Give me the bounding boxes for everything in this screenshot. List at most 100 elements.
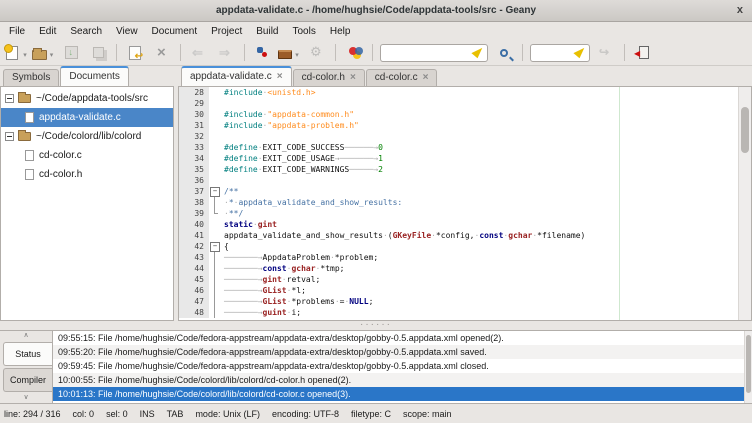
tree-file-cd-color-h[interactable]: cd-color.h <box>1 165 173 184</box>
menu-bar: FileEditSearchViewDocumentProjectBuildTo… <box>0 22 752 40</box>
code-line[interactable]: 43───────→AppdataProblem·*problem; <box>179 252 751 263</box>
editor-tab-cd-color-c[interactable]: cd-color.c <box>366 69 438 86</box>
color-chooser-button[interactable] <box>341 42 367 64</box>
menu-build[interactable]: Build <box>249 24 285 39</box>
code-line[interactable]: 48───────→guint·i; <box>179 307 751 318</box>
menu-project[interactable]: Project <box>204 24 249 39</box>
editor-tab-cd-color-h[interactable]: cd-color.h <box>293 69 365 86</box>
dropdown-arrow-icon[interactable] <box>20 44 30 62</box>
tabs-scroll-down-icon[interactable]: ∨ <box>0 393 52 403</box>
log-row-1[interactable]: 09:55:15: File /home/hughsie/Code/fedora… <box>53 331 752 345</box>
dropdown-arrow-icon[interactable] <box>47 44 57 62</box>
title-bar[interactable]: appdata-validate.c - /home/hughsie/Code/… <box>0 0 752 22</box>
close-tab-icon[interactable] <box>277 71 283 82</box>
log-row-4[interactable]: 10:00:55: File /home/hughsie/Code/colord… <box>53 373 752 387</box>
code-line[interactable]: 40static·gint <box>179 219 751 230</box>
menu-help[interactable]: Help <box>323 24 358 39</box>
code-line[interactable]: 42{ <box>179 241 751 252</box>
fold-box-icon[interactable] <box>209 241 221 252</box>
code-line[interactable]: 41appdata_validate_and_show_results·(GKe… <box>179 230 751 241</box>
revert-button[interactable] <box>122 42 148 64</box>
log-row-3[interactable]: 09:59:45: File /home/hughsie/Code/fedora… <box>53 359 752 373</box>
code-line[interactable]: 36 <box>179 175 751 186</box>
code-line[interactable]: 35#define·EXIT_CODE_WARNINGS─────→2 <box>179 164 751 175</box>
menu-edit[interactable]: Edit <box>32 24 63 39</box>
tree-folder-appdata-tools-src-label: ~/Code/appdata-tools/src <box>36 93 148 104</box>
menu-search[interactable]: Search <box>63 24 109 39</box>
code-line[interactable]: 46───────→GList·*l; <box>179 285 751 296</box>
file-icon <box>25 169 34 180</box>
goto-entry-input[interactable] <box>531 46 576 60</box>
code-line[interactable]: 38·*·appdata_validate_and_show_results: <box>179 197 751 208</box>
menu-view[interactable]: View <box>109 24 145 39</box>
search-button[interactable] <box>491 42 517 64</box>
message-tab-compiler[interactable]: Compiler <box>3 368 52 392</box>
message-scrollbar-thumb[interactable] <box>746 335 751 393</box>
goto-entry[interactable] <box>530 44 590 62</box>
navigate-back-button[interactable] <box>186 42 212 64</box>
new-document-button[interactable] <box>4 42 30 64</box>
close-document-button[interactable] <box>149 42 175 64</box>
tree-file-cd-color-c[interactable]: cd-color.c <box>1 146 173 165</box>
fold-box-icon[interactable] <box>209 186 221 197</box>
tree-folder-appdata-tools-src[interactable]: ~/Code/appdata-tools/src <box>1 89 173 108</box>
line-number: 47 <box>179 296 209 307</box>
message-window-splitter[interactable] <box>0 321 752 330</box>
execute-button[interactable] <box>304 42 330 64</box>
editor-text-area[interactable]: 28#include·<unistd.h>2930#include·"appda… <box>178 86 752 321</box>
window-close-icon[interactable]: x <box>737 0 743 21</box>
search-entry[interactable] <box>380 44 488 62</box>
close-tab-icon[interactable] <box>350 72 356 83</box>
code-line[interactable]: 32 <box>179 131 751 142</box>
line-number: 48 <box>179 307 209 318</box>
open-file-button[interactable] <box>31 42 57 64</box>
code-line[interactable]: 30#include·"appdata-common.h" <box>179 109 751 120</box>
sidebar-tab-symbols[interactable]: Symbols <box>3 69 59 86</box>
code-line[interactable]: 44───────→const·gchar·*tmp; <box>179 263 751 274</box>
fold-corner-icon <box>209 208 221 219</box>
fold-margin <box>209 153 221 164</box>
status-message-list[interactable]: 09:55:15: File /home/hughsie/Code/fedora… <box>53 331 752 403</box>
tree-file-cd-color-c-label: cd-color.c <box>39 150 82 161</box>
menu-document[interactable]: Document <box>145 24 205 39</box>
editor-tab-cd-color-c-label: cd-color.c <box>375 72 418 83</box>
code-line[interactable]: 39·**/ <box>179 208 751 219</box>
log-row-2[interactable]: 09:55:20: File /home/hughsie/Code/fedora… <box>53 345 752 359</box>
message-tab-status[interactable]: Status <box>3 342 52 366</box>
code-line[interactable]: 47───────→GList·*problems·=·NULL; <box>179 296 751 307</box>
code-line[interactable]: 29 <box>179 98 751 109</box>
close-tab-icon[interactable] <box>423 72 429 83</box>
dropdown-arrow-icon[interactable] <box>292 44 302 62</box>
build-button[interactable] <box>277 42 303 64</box>
code-line[interactable]: 33#define·EXIT_CODE_SUCCESS──────→0 <box>179 142 751 153</box>
save-all-icon <box>93 47 104 58</box>
menu-file[interactable]: File <box>2 24 32 39</box>
collapse-expander-icon[interactable] <box>5 94 14 103</box>
window-title: appdata-validate.c - /home/hughsie/Code/… <box>216 5 536 16</box>
tree-folder-colord-lib-colord-label: ~/Code/colord/lib/colord <box>36 131 141 142</box>
tabs-scroll-up-icon[interactable]: ∧ <box>0 331 52 341</box>
menu-tools[interactable]: Tools <box>286 24 323 39</box>
sidebar-tab-documents[interactable]: Documents <box>60 66 129 86</box>
navigate-forward-button[interactable] <box>213 42 239 64</box>
message-scrollbar[interactable] <box>744 331 752 403</box>
save-all-button[interactable] <box>85 42 111 64</box>
log-row-5[interactable]: 10:01:13: File /home/hughsie/Code/colord… <box>53 387 752 401</box>
documents-tree[interactable]: ~/Code/appdata-tools/src appdata-validate… <box>0 86 174 321</box>
quit-button[interactable] <box>630 42 656 64</box>
tree-file-appdata-validate-c[interactable]: appdata-validate.c <box>1 108 173 127</box>
code-line[interactable]: 34#define·EXIT_CODE_USAGE→───────→1 <box>179 153 751 164</box>
compile-button[interactable] <box>250 42 276 64</box>
line-number: 42 <box>179 241 209 252</box>
fold-line-icon <box>209 263 221 274</box>
code-line[interactable]: 45───────→gint·retval; <box>179 274 751 285</box>
goto-line-button[interactable] <box>593 42 619 64</box>
code-line[interactable]: 28#include·<unistd.h> <box>179 87 751 98</box>
collapse-expander-icon[interactable] <box>5 132 14 141</box>
editor-tab-appdata-validate-c[interactable]: appdata-validate.c <box>181 66 292 86</box>
search-entry-input[interactable] <box>381 46 474 60</box>
code-line[interactable]: 31#include·"appdata-problem.h" <box>179 120 751 131</box>
save-button[interactable] <box>58 42 84 64</box>
code-line[interactable]: 37/** <box>179 186 751 197</box>
tree-folder-colord-lib-colord[interactable]: ~/Code/colord/lib/colord <box>1 127 173 146</box>
